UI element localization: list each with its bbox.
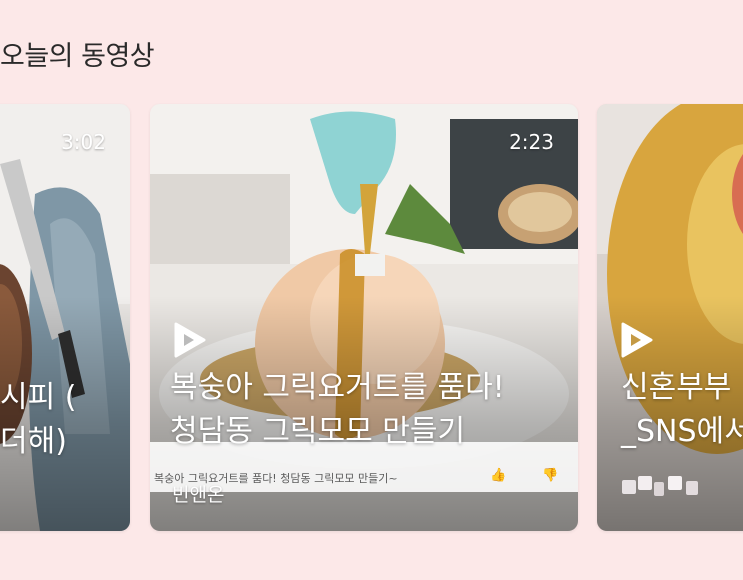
thumbs-down-icon: 👎: [542, 468, 559, 483]
video-card-next[interactable]: 신혼부부 _SNS에서: [597, 104, 743, 531]
play-triangle-icon: [621, 322, 653, 358]
play-triangle-icon: [174, 322, 206, 358]
video-card-previous[interactable]: 3:02 시피 ( 더해): [0, 104, 130, 531]
video-title: 신혼부부 _SNS에서: [621, 370, 743, 449]
channel-name: 빈앤온: [172, 484, 225, 506]
section-title: 오늘의 동영상: [0, 41, 155, 72]
video-title: 복숭아 그릭요거트를 품다! 청담동 그릭모모 만들기: [170, 370, 505, 449]
video-duration: 3:02: [61, 130, 106, 154]
thumbs-up-icon: 👍: [490, 468, 507, 483]
blurred-channel-avatar: [622, 476, 722, 498]
video-duration: 2:23: [509, 130, 554, 154]
video-card-current[interactable]: 복숭아 그릭요거트를 품다! 청담동 그릭모모 만들기~ 👍 👎 2:23 복숭…: [150, 104, 578, 531]
video-title: 시피 ( 더해): [0, 380, 77, 459]
